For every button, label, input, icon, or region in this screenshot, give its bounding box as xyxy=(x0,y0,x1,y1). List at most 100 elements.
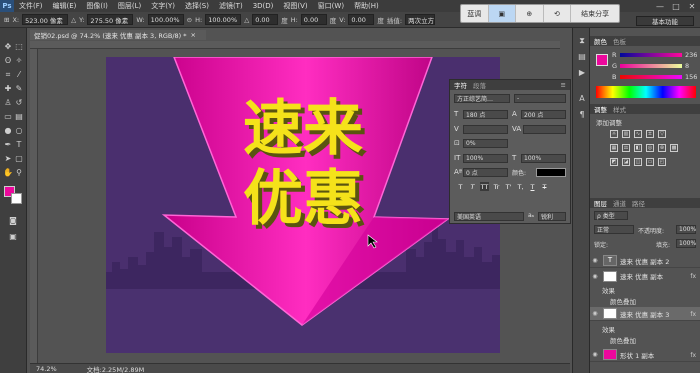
horizontal-scale-field[interactable]: 100% xyxy=(521,154,566,163)
baseline-field[interactable]: 0 点 xyxy=(463,168,508,177)
panel-menu-icon[interactable]: ≡ xyxy=(561,81,566,89)
levels-icon[interactable]: ▥ xyxy=(622,130,630,138)
visibility-eye-icon[interactable]: ◉ xyxy=(590,310,600,317)
r-slider[interactable] xyxy=(620,53,682,57)
target-icon[interactable]: ⊕ xyxy=(516,5,544,22)
angle-field[interactable]: 0.00 xyxy=(252,14,279,25)
menu-edit[interactable]: 编辑(E) xyxy=(48,1,82,11)
channel-mixer-icon[interactable]: ⊛ xyxy=(658,144,666,152)
menu-window[interactable]: 窗口(W) xyxy=(313,1,349,11)
blur-tool-icon[interactable]: ● xyxy=(3,126,13,136)
faux-italic-button[interactable]: T xyxy=(468,182,477,191)
quick-mask-icon[interactable]: ◙ xyxy=(8,216,18,226)
hand-tool-icon[interactable]: ✋ xyxy=(3,168,13,178)
underline-button[interactable]: T xyxy=(528,182,537,191)
visibility-eye-icon[interactable]: ◉ xyxy=(590,273,600,280)
tab-paths[interactable]: 路径 xyxy=(632,198,645,208)
color-foreground-swatch[interactable] xyxy=(596,54,608,66)
minimize-button[interactable]: — xyxy=(652,0,668,12)
background-color-swatch[interactable] xyxy=(11,193,22,204)
healing-brush-icon[interactable]: ✚ xyxy=(3,84,13,94)
b-slider[interactable] xyxy=(620,75,682,79)
visibility-eye-icon[interactable]: ◉ xyxy=(590,351,600,358)
fill-field[interactable]: 100% xyxy=(676,239,696,248)
gradient-map-icon[interactable]: ▭ xyxy=(646,158,654,166)
color-lookup-icon[interactable]: ▩ xyxy=(670,144,678,152)
font-family-select[interactable]: 方正综艺简… xyxy=(454,94,510,103)
magic-wand-icon[interactable]: ✧ xyxy=(14,56,24,66)
b-value[interactable]: 156 xyxy=(685,73,697,81)
eraser-tool-icon[interactable]: ▭ xyxy=(3,112,13,122)
tsume-field[interactable]: 0% xyxy=(463,139,508,148)
brightness-icon[interactable]: ☼ xyxy=(610,130,618,138)
color-overlay-effect[interactable]: 颜色叠加 xyxy=(610,335,636,345)
character-panel-icon[interactable]: A xyxy=(577,94,587,104)
blend-mode-select[interactable]: 正常 xyxy=(594,225,634,234)
faux-bold-button[interactable]: T xyxy=(456,182,465,191)
color-spectrum-bar[interactable] xyxy=(596,86,696,98)
all-caps-button[interactable]: TT xyxy=(480,182,489,191)
opacity-field[interactable]: 100% xyxy=(676,225,696,234)
y-field[interactable]: 275.50 像素 xyxy=(87,14,134,25)
visibility-eye-icon[interactable]: ◉ xyxy=(590,257,600,264)
threshold-icon[interactable]: ◫ xyxy=(634,158,642,166)
h-field[interactable]: 100.00% xyxy=(205,14,242,25)
layer-filter-select[interactable]: ρ 类型 xyxy=(594,211,628,220)
rotate-icon[interactable]: ⟲ xyxy=(544,5,572,22)
lasso-tool-icon[interactable]: ʘ xyxy=(3,56,13,66)
fx-icon[interactable]: fx xyxy=(690,273,696,280)
x-field[interactable]: 523.00 像素 xyxy=(22,14,69,25)
maximize-button[interactable]: □ xyxy=(668,0,684,12)
properties-panel-icon[interactable]: ▤ xyxy=(577,52,587,62)
small-caps-button[interactable]: Tr xyxy=(492,182,501,191)
invert-icon[interactable]: ◩ xyxy=(610,158,618,166)
text-color-swatch[interactable] xyxy=(536,168,566,177)
zoom-tool-icon[interactable]: ⚲ xyxy=(14,168,24,178)
curves-icon[interactable]: ∿ xyxy=(634,130,642,138)
fx-icon[interactable]: fx xyxy=(690,311,696,318)
color-overlay-effect[interactable]: 颜色叠加 xyxy=(610,296,636,306)
hue-saturation-icon[interactable]: ▦ xyxy=(610,144,618,152)
close-window-button[interactable]: ✕ xyxy=(684,0,700,12)
history-panel-icon[interactable]: ⧗ xyxy=(577,36,587,46)
language-select[interactable]: 美国英语 xyxy=(454,212,524,221)
menu-layer[interactable]: 图层(L) xyxy=(113,1,146,11)
tab-swatches[interactable]: 色板 xyxy=(613,36,626,46)
zoom-level[interactable]: 74.2% xyxy=(36,365,57,373)
tab-character[interactable]: 字符 xyxy=(454,80,467,90)
menu-view[interactable]: 视图(V) xyxy=(278,1,312,11)
transform-icon[interactable]: ⊞ xyxy=(4,16,9,24)
font-style-select[interactable]: - xyxy=(514,94,566,103)
selective-color-icon[interactable]: ◰ xyxy=(658,158,666,166)
tab-layers[interactable]: 图层 xyxy=(594,198,607,208)
black-white-icon[interactable]: ◧ xyxy=(634,144,642,152)
strikethrough-button[interactable]: T xyxy=(540,182,549,191)
grid-icon[interactable]: ▣ xyxy=(488,5,517,22)
tab-adjustments[interactable]: 调整 xyxy=(594,104,607,114)
relative-icon[interactable]: △ xyxy=(71,16,76,24)
end-share-button[interactable]: 结束分享 xyxy=(571,5,619,22)
menu-type[interactable]: 文字(Y) xyxy=(146,1,180,11)
g-slider[interactable] xyxy=(620,64,682,68)
tab-paragraph[interactable]: 段落 xyxy=(473,80,486,90)
canvas[interactable]: 速来 速来 优惠 优惠 xyxy=(106,57,500,353)
crop-tool-icon[interactable]: ⌗ xyxy=(3,70,13,80)
vertical-scale-field[interactable]: 100% xyxy=(463,154,508,163)
path-select-icon[interactable]: ➤ xyxy=(3,154,13,164)
stamp-tool-icon[interactable]: ♙ xyxy=(3,98,13,108)
close-tab-icon[interactable]: × xyxy=(191,31,196,39)
layer-row[interactable]: ◉ 速来 优惠 副本 fx xyxy=(590,269,700,283)
vskew-field[interactable]: 0.00 xyxy=(348,14,375,25)
layer-row[interactable]: ◉ 形状 1 副本 fx xyxy=(590,348,700,362)
eyedropper-icon[interactable]: ⁄ xyxy=(14,70,24,80)
fx-icon[interactable]: fx xyxy=(690,352,696,359)
history-brush-icon[interactable]: ↺ xyxy=(14,98,24,108)
document-tab[interactable]: 促销02.psd @ 74.2% (速来 优惠 副本 3, RGB/8) * × xyxy=(30,30,206,40)
link-icon[interactable]: ⊝ xyxy=(187,16,192,24)
shape-tool-icon[interactable]: ▢ xyxy=(14,154,24,164)
menu-file[interactable]: 文件(F) xyxy=(14,1,48,11)
subscript-button[interactable]: T, xyxy=(516,182,525,191)
workspace-select[interactable]: 基本功能 xyxy=(636,16,694,26)
superscript-button[interactable]: T' xyxy=(504,182,513,191)
leading-field[interactable]: 200 点 xyxy=(521,110,566,119)
